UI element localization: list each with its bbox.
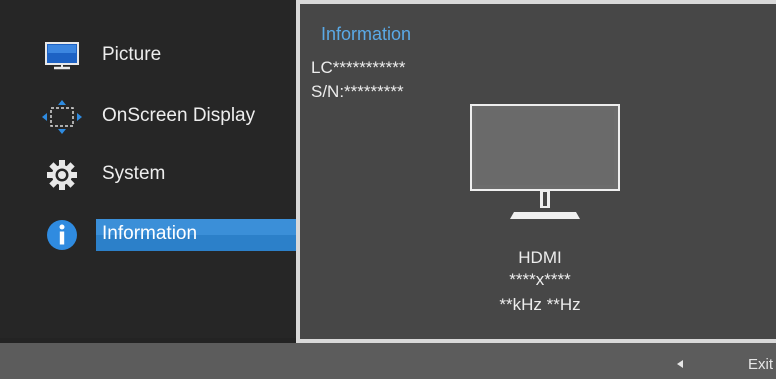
- menu-item-onscreen-display[interactable]: OnScreen Display: [0, 92, 296, 142]
- monitor-icon: [45, 42, 79, 70]
- osd-menu: Picture OnScreen Display System Informat…: [0, 0, 296, 338]
- menu-item-picture[interactable]: Picture: [0, 31, 296, 81]
- menu-item-system[interactable]: System: [0, 150, 296, 200]
- menu-item-label: Picture: [102, 44, 162, 65]
- information-panel: Information LC*********** S/N:********* …: [296, 0, 776, 343]
- menu-item-label: Information: [102, 223, 198, 244]
- gear-icon: [47, 160, 77, 190]
- bottom-bar: Exit: [0, 343, 776, 379]
- menu-item-label: System: [102, 163, 166, 184]
- info-icon: [47, 220, 77, 250]
- panel-title: Information: [321, 24, 412, 44]
- exit-button[interactable]: Exit: [748, 356, 773, 373]
- model-name: LC***********: [311, 58, 406, 77]
- input-source: HDMI: [518, 248, 562, 267]
- serial-number: S/N:*********: [311, 82, 404, 101]
- menu-item-information[interactable]: Information: [0, 210, 296, 260]
- osd-move-icon: [42, 100, 82, 134]
- resolution: ****x****: [509, 270, 571, 289]
- frequency: **kHz **Hz: [499, 295, 581, 314]
- menu-item-label: OnScreen Display: [102, 105, 256, 126]
- monitor-icon: [470, 104, 620, 219]
- triangle-left-icon[interactable]: [677, 360, 683, 368]
- osd-screen: Picture OnScreen Display System Informat…: [0, 0, 776, 379]
